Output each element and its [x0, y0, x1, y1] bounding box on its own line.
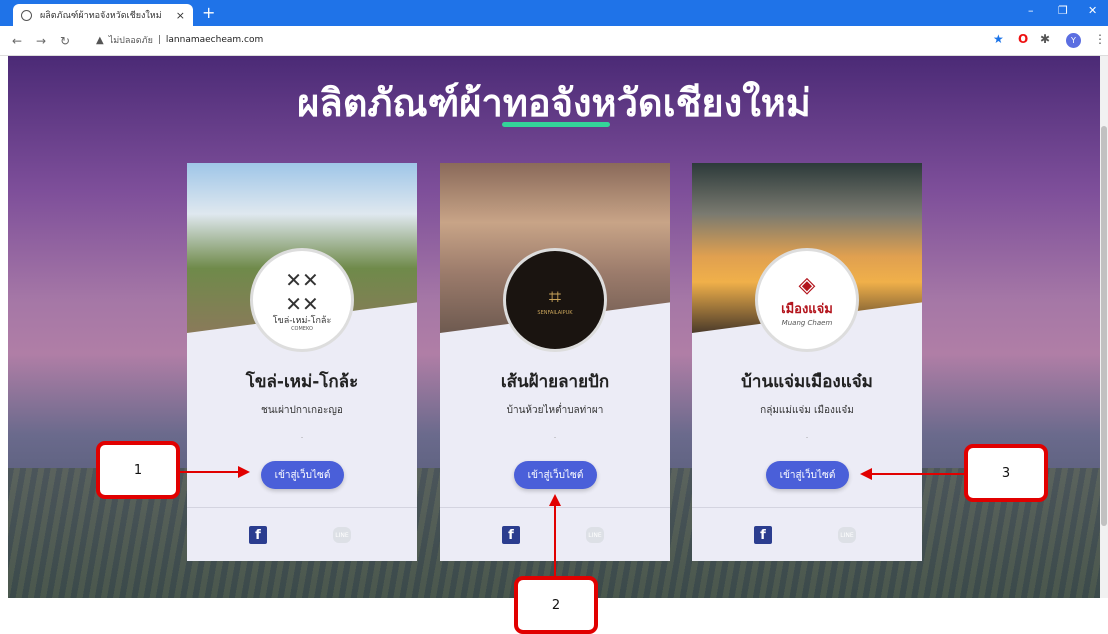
- logo-subtext: Muang Chaem: [781, 319, 833, 327]
- card-title: เส้นฝ้ายลายปัก: [500, 372, 610, 392]
- visit-website-button[interactable]: เข้าสู่เว็บไซต์: [514, 461, 597, 489]
- pattern-icon: ✕✕ ✕✕: [285, 267, 319, 316]
- arrow-head-icon: [238, 466, 250, 478]
- callout-arrow-2: [554, 500, 556, 578]
- browser-tab-bar: ผลิตภัณฑ์ผ้าทอจังหวัดเชียงใหม่ × + – ❐ ✕: [0, 0, 1108, 26]
- tab-close-button[interactable]: ×: [176, 9, 185, 22]
- url-field[interactable]: ▲ ไม่ปลอดภัย | lannamaecheam.com: [96, 33, 263, 47]
- logo-text: โขล่-เหม่-โกล้ะ: [272, 315, 332, 326]
- scrollbar[interactable]: [1100, 56, 1108, 598]
- divider: [187, 507, 417, 508]
- address-bar: ← → ↻ ▲ ไม่ปลอดภัย | lannamaecheam.com ★…: [0, 26, 1108, 56]
- callout-arrow-3: [870, 473, 966, 475]
- card-subtitle: บ้านห้วยไหต่ำบลท่าผา: [506, 405, 604, 416]
- facebook-icon[interactable]: f: [754, 526, 772, 544]
- menu-dots-icon[interactable]: ⋮: [1094, 32, 1106, 46]
- back-arrow-icon[interactable]: ←: [10, 34, 24, 48]
- card-dot: .: [805, 431, 809, 440]
- opera-icon[interactable]: O: [1018, 32, 1028, 46]
- card-subtitle: ชนเผ่าปกาเกอะญอ: [261, 405, 343, 416]
- product-card-3: ◈ เมืองแจ่ม Muang Chaem บ้านแจ่มเมืองแจ๋…: [692, 163, 922, 561]
- globe-icon: [21, 9, 32, 21]
- security-label: ไม่ปลอดภัย: [108, 36, 153, 46]
- callout-arrow-1: [180, 471, 240, 473]
- card-subtitle: กลุ่มแม่แจ่ม เมืองแจ๋ม: [760, 405, 854, 416]
- card-title: บ้านแจ่มเมืองแจ๋ม: [741, 372, 873, 392]
- maximize-button[interactable]: ❐: [1058, 4, 1068, 17]
- heading-underline: [502, 122, 610, 127]
- profile-avatar[interactable]: Y: [1066, 33, 1081, 48]
- brand-logo: ✕✕ ✕✕ โขล่-เหม่-โกล้ะ COMEKO: [250, 248, 354, 352]
- browser-tab[interactable]: ผลิตภัณฑ์ผ้าทอจังหวัดเชียงใหม่ ×: [13, 4, 193, 26]
- visit-website-button[interactable]: เข้าสู่เว็บไซต์: [261, 461, 344, 489]
- line-icon[interactable]: LINE: [838, 527, 856, 543]
- callout-2: 2: [514, 576, 598, 634]
- diamond-logo-icon: ◈: [798, 273, 816, 298]
- tab-title: ผลิตภัณฑ์ผ้าทอจังหวัดเชียงใหม่: [40, 11, 162, 21]
- brand-logo: ⌗ SENFAILAIPUK: [503, 248, 607, 352]
- arrow-head-icon: [549, 494, 561, 506]
- close-window-button[interactable]: ✕: [1088, 4, 1097, 17]
- callout-3: 3: [964, 444, 1048, 502]
- scrollbar-thumb[interactable]: [1101, 126, 1107, 526]
- weave-pattern-icon: ⌗: [548, 284, 562, 310]
- line-icon[interactable]: LINE: [333, 527, 351, 543]
- url-separator: |: [157, 35, 161, 45]
- logo-text: SENFAILAIPUK: [537, 309, 573, 316]
- card-dot: .: [553, 431, 557, 440]
- logo-text: เมืองแจ่ม: [781, 302, 833, 317]
- brand-logo: ◈ เมืองแจ่ม Muang Chaem: [755, 248, 859, 352]
- card-title: โขล่-เหม่-โกล้ะ: [245, 372, 359, 392]
- bookmark-star-icon[interactable]: ★: [993, 32, 1004, 46]
- forward-arrow-icon[interactable]: →: [34, 34, 48, 48]
- minimize-button[interactable]: –: [1028, 4, 1034, 17]
- callout-1: 1: [96, 441, 180, 499]
- card-dot: .: [300, 431, 304, 440]
- divider: [692, 507, 922, 508]
- logo-subtext: COMEKO: [291, 326, 313, 333]
- product-card-1: ✕✕ ✕✕ โขล่-เหม่-โกล้ะ COMEKO โขล่-เหม่-โก…: [187, 163, 417, 561]
- reload-icon[interactable]: ↻: [58, 34, 72, 48]
- warning-icon: ▲: [96, 34, 104, 46]
- new-tab-button[interactable]: +: [202, 3, 215, 22]
- line-icon[interactable]: LINE: [586, 527, 604, 543]
- arrow-head-icon: [860, 468, 872, 480]
- extensions-icon[interactable]: ✱: [1040, 32, 1050, 46]
- url-text: lannamaecheam.com: [165, 35, 264, 45]
- facebook-icon[interactable]: f: [502, 526, 520, 544]
- visit-website-button[interactable]: เข้าสู่เว็บไซต์: [766, 461, 849, 489]
- facebook-icon[interactable]: f: [249, 526, 267, 544]
